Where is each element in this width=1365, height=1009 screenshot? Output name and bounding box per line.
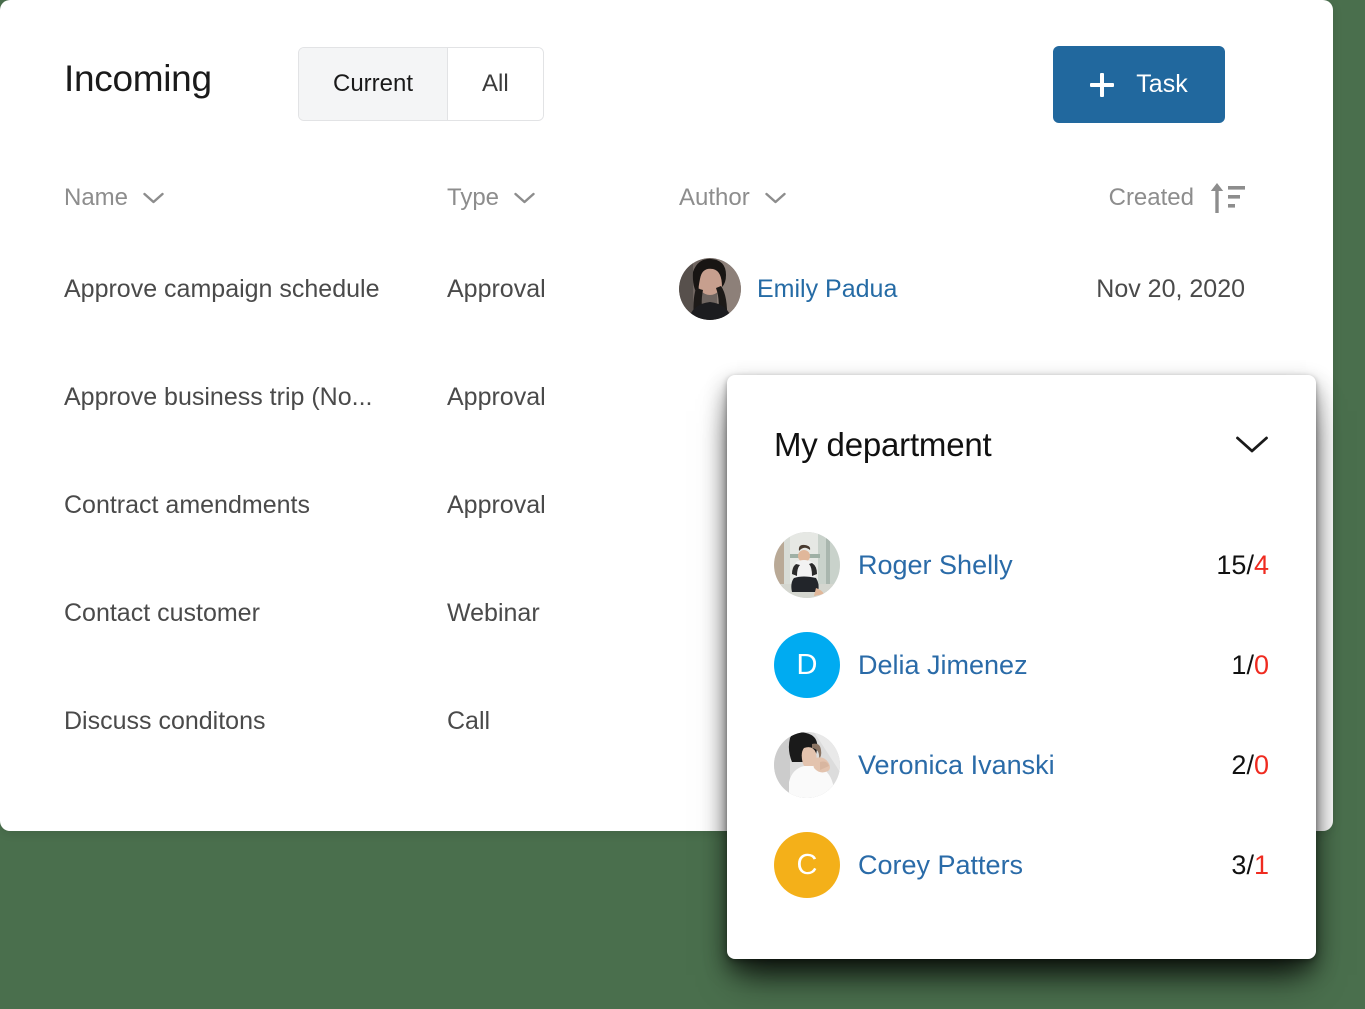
member-overdue-count: 0 — [1253, 649, 1269, 680]
list-item[interactable]: D Delia Jimenez 1/0 — [774, 615, 1269, 715]
list-item[interactable]: Veronica Ivanski 2/0 — [774, 715, 1269, 815]
column-header-type[interactable]: Type — [447, 184, 679, 212]
member-task-counts: 15/4 — [1216, 550, 1269, 581]
page-title: Incoming — [64, 58, 212, 99]
task-name: Contract amendments — [64, 490, 310, 519]
task-type: Webinar — [447, 598, 540, 627]
card-header: Incoming Current All Task — [0, 0, 1333, 160]
task-created-date: Nov 20, 2020 — [1096, 274, 1245, 303]
toggle-option-all[interactable]: All — [448, 48, 543, 120]
my-department-popup: My department Roger Shelly 15/4 D Delia … — [727, 375, 1316, 959]
column-header-created-label: Created — [1108, 183, 1194, 211]
list-item[interactable]: C Corey Patters 3/1 — [774, 815, 1269, 915]
column-header-author-label: Author — [679, 183, 750, 211]
column-header-type-label: Type — [447, 183, 500, 211]
avatar — [774, 732, 840, 798]
list-item[interactable]: Roger Shelly 15/4 — [774, 515, 1269, 615]
avatar — [679, 258, 741, 320]
author-link[interactable]: Emily Padua — [757, 275, 897, 304]
add-task-button[interactable]: Task — [1053, 46, 1225, 123]
table-header-row: Name Type Author Created — [0, 160, 1333, 235]
popup-header: My department — [727, 375, 1316, 515]
add-task-label: Task — [1136, 70, 1188, 98]
current-all-toggle[interactable]: Current All — [298, 47, 544, 121]
avatar: C — [774, 832, 840, 898]
task-type: Approval — [447, 274, 546, 303]
department-members-list: Roger Shelly 15/4 D Delia Jimenez 1/0 Ve… — [727, 515, 1316, 915]
member-task-counts: 1/0 — [1231, 650, 1269, 681]
task-type: Approval — [447, 490, 546, 519]
member-total-count: 15 — [1216, 549, 1247, 580]
member-name[interactable]: Veronica Ivanski — [858, 750, 1231, 781]
count-separator: / — [1246, 849, 1254, 880]
task-name: Discuss conditons — [64, 706, 266, 735]
task-name: Contact customer — [64, 598, 260, 627]
chevron-down-icon — [765, 192, 786, 204]
avatar-initial-letter: C — [796, 848, 818, 881]
avatar-initial-letter: D — [796, 648, 818, 681]
popup-title: My department — [774, 426, 992, 463]
chevron-down-icon[interactable] — [1235, 435, 1269, 455]
count-separator: / — [1246, 549, 1254, 580]
member-task-counts: 3/1 — [1231, 850, 1269, 881]
count-separator: / — [1246, 649, 1254, 680]
member-total-count: 3 — [1231, 849, 1247, 880]
column-header-created[interactable]: Created — [1031, 181, 1333, 215]
chevron-down-icon — [143, 192, 164, 204]
task-name: Approve campaign schedule — [64, 274, 380, 303]
column-header-name-label: Name — [64, 183, 129, 211]
count-separator: / — [1246, 749, 1254, 780]
member-total-count: 2 — [1231, 749, 1247, 780]
task-name: Approve business trip (No... — [64, 382, 373, 411]
task-type: Approval — [447, 382, 546, 411]
column-header-name[interactable]: Name — [0, 184, 447, 212]
plus-icon — [1090, 72, 1115, 97]
member-name[interactable]: Roger Shelly — [858, 550, 1216, 581]
member-name[interactable]: Delia Jimenez — [858, 650, 1231, 681]
avatar — [774, 532, 840, 598]
member-overdue-count: 1 — [1253, 849, 1269, 880]
member-total-count: 1 — [1231, 649, 1247, 680]
task-type: Call — [447, 706, 491, 735]
table-row[interactable]: Approve campaign schedule Approval Emily… — [0, 235, 1333, 343]
member-overdue-count: 0 — [1253, 749, 1269, 780]
sort-descending-icon — [1209, 181, 1245, 215]
chevron-down-icon — [514, 192, 535, 204]
toggle-option-current[interactable]: Current — [299, 48, 449, 120]
task-author[interactable]: Emily Padua — [679, 258, 1031, 320]
member-overdue-count: 4 — [1253, 549, 1269, 580]
avatar: D — [774, 632, 840, 698]
member-name[interactable]: Corey Patters — [858, 850, 1231, 881]
column-header-author[interactable]: Author — [679, 184, 1031, 212]
member-task-counts: 2/0 — [1231, 750, 1269, 781]
